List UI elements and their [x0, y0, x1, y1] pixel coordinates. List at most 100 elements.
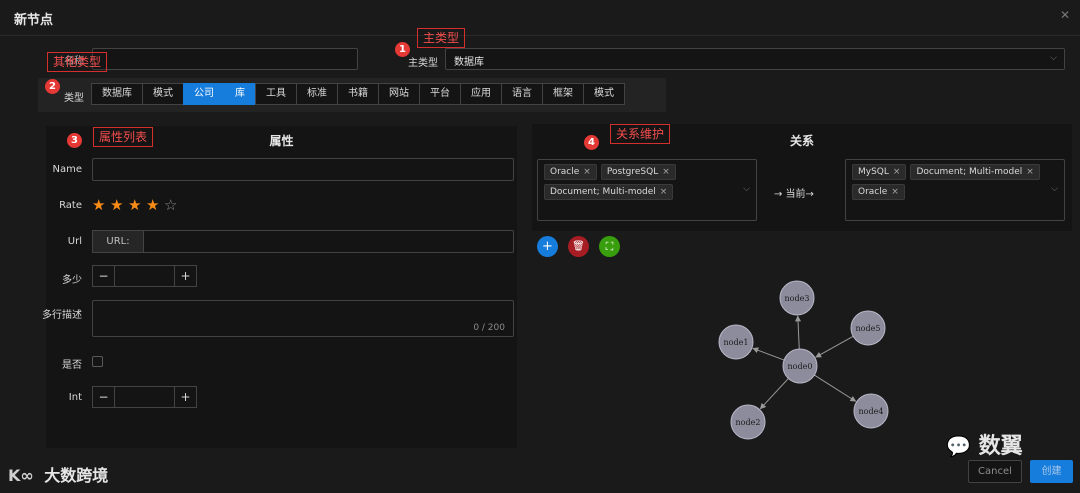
star-icon[interactable]: ★ [128, 198, 141, 213]
modal-title: 新节点 [14, 13, 54, 28]
relation-graph[interactable]: node0 node1 node2 node3 node4 node5 [700, 272, 910, 442]
create-button[interactable]: 创建 [1030, 460, 1073, 483]
name-input[interactable] [92, 48, 358, 70]
relation-tag-label: Document; Multi-model [550, 187, 656, 197]
graph-edge [814, 374, 857, 402]
rate-label: Rate [59, 200, 82, 211]
name-attr-input[interactable] [92, 158, 514, 181]
target-nodes-select[interactable]: MySQL × Document; Multi-model ×Oracle × ⌵ [845, 159, 1065, 221]
graph-node-label: node5 [856, 324, 881, 333]
type-tab[interactable]: 模式 [142, 83, 184, 105]
watermark-logo-left: K∞ 大数跨境 [8, 462, 108, 486]
type-label: 类型 [64, 93, 84, 104]
watermark-logo-right: 💬 数翼 [946, 428, 1023, 460]
type-tab[interactable]: 网站 [378, 83, 420, 105]
relation-tag: PostgreSQL × [600, 164, 676, 180]
star-icon[interactable]: ★ [92, 198, 105, 213]
type-tab[interactable]: 框架 [542, 83, 584, 105]
url-input[interactable] [143, 230, 514, 253]
relation-tag: MySQL × [852, 164, 907, 180]
star-icon[interactable]: ★ [146, 198, 159, 213]
expand-icon[interactable]: ⛶ [599, 236, 620, 257]
add-icon[interactable]: + [537, 236, 558, 257]
wechat-icon: 💬 [946, 434, 971, 458]
type-tab[interactable]: 工具 [255, 83, 297, 105]
type-tab[interactable]: 平台 [419, 83, 461, 105]
graph-edge [815, 335, 854, 358]
count-input[interactable] [114, 265, 175, 287]
close-icon[interactable]: ✕ [1060, 8, 1070, 22]
relation-tag-label: MySQL [858, 167, 889, 177]
bool-checkbox[interactable] [92, 356, 103, 367]
chevron-down-icon: ⌵ [743, 184, 750, 194]
remove-tag-icon[interactable]: × [1026, 167, 1034, 177]
watermark-right-text: 数翼 [978, 434, 1023, 459]
attributes-panel: 属性 Name Rate ★ ★ ★ ★ ☆ Url URL: 多少 − + 多行描述 … [42, 126, 517, 448]
description-textarea[interactable]: 0 / 200 [92, 300, 514, 337]
annotation-other-type: 其他类型 [47, 52, 108, 72]
delete-icon[interactable]: 🗑 [568, 236, 589, 257]
annotation-main-type: 主类型 [417, 28, 466, 48]
int-minus-button[interactable]: − [92, 386, 115, 408]
star-icon[interactable]: ★ [110, 198, 123, 213]
remove-tag-icon[interactable]: × [583, 167, 591, 177]
graph-node-label: node3 [785, 294, 810, 303]
main-type-select[interactable]: 数据库 ⌵ [445, 48, 1065, 70]
type-tabs: 数据库 模式 公司库工具 标准 书籍 网站 平台 应用 语言 框架 模式 [91, 83, 625, 105]
bool-label: 是否 [62, 360, 82, 371]
star-icon[interactable]: ☆ [164, 198, 177, 213]
graph-edge [759, 378, 789, 410]
int-input[interactable] [114, 386, 175, 408]
remove-tag-icon[interactable]: × [660, 187, 668, 197]
relation-tag-label: Oracle [550, 167, 580, 177]
graph-node-label: node4 [859, 407, 884, 416]
name-attr-label: Name [52, 164, 82, 175]
type-tab[interactable]: 应用 [460, 83, 502, 105]
annotation-badge-1: 1 [395, 42, 410, 57]
chevron-down-icon: ⌵ [1051, 184, 1058, 194]
source-nodes-select[interactable]: Oracle × PostgreSQL ×Document; Multi-model ×… [537, 159, 757, 221]
type-bar: 类型 数据库 模式 公司库工具 标准 书籍 网站 平台 应用 语言 框架 模式 [38, 78, 666, 112]
current-node-label: → 当前→ [774, 189, 814, 200]
cancel-button[interactable]: Cancel [968, 460, 1022, 483]
type-tab[interactable]: 模式 [583, 83, 625, 105]
remove-tag-icon[interactable]: × [662, 167, 670, 177]
graph-node-label: node1 [724, 338, 749, 347]
kloo-logo-icon: K∞ [8, 466, 34, 485]
type-tab[interactable]: 公司 [183, 83, 225, 105]
int-plus-button[interactable]: + [174, 386, 197, 408]
graph-node-label: node0 [788, 362, 813, 371]
graph-node-label: node2 [736, 418, 761, 427]
type-tab[interactable]: 数据库 [91, 83, 143, 105]
relation-tag-label: Document; Multi-model [916, 167, 1023, 177]
relation-tag: Oracle × [544, 164, 597, 180]
annotation-badge-4: 4 [584, 135, 599, 150]
count-plus-button[interactable]: + [174, 265, 197, 287]
main-type-label: 主类型 [408, 58, 438, 69]
type-tab[interactable]: 标准 [296, 83, 338, 105]
watermark-left-text: 大数跨境 [44, 466, 109, 485]
graph-edge [795, 315, 802, 350]
description-counter: 0 / 200 [473, 323, 505, 333]
remove-tag-icon[interactable]: × [891, 187, 899, 197]
type-tab[interactable]: 书籍 [337, 83, 379, 105]
relation-tag-label: PostgreSQL [606, 167, 659, 177]
remove-tag-icon[interactable]: × [893, 167, 901, 177]
type-tab[interactable]: 语言 [501, 83, 543, 105]
chevron-down-icon: ⌵ [1050, 53, 1057, 63]
count-label: 多少 [62, 275, 82, 286]
annotation-relations: 关系维护 [610, 124, 671, 144]
description-label: 多行描述 [42, 310, 82, 321]
int-label: Int [68, 392, 82, 403]
relation-tag: Oracle × [852, 184, 905, 200]
url-addon: URL: [92, 230, 144, 253]
graph-edge [752, 347, 785, 361]
annotation-badge-2: 2 [45, 79, 60, 94]
count-minus-button[interactable]: − [92, 265, 115, 287]
relation-tag-label: Oracle [858, 187, 888, 197]
type-tab[interactable]: 库 [224, 83, 256, 105]
annotation-attributes: 属性列表 [93, 127, 154, 147]
modal-header: 新节点 ✕ [0, 0, 1080, 36]
new-node-modal: 新节点 ✕ 名称 主类型 数据库 ⌵ 类型 数据库 模式 公司库工具 标准 书籍 网站 平台… [0, 0, 1080, 493]
url-label: Url [67, 236, 82, 247]
